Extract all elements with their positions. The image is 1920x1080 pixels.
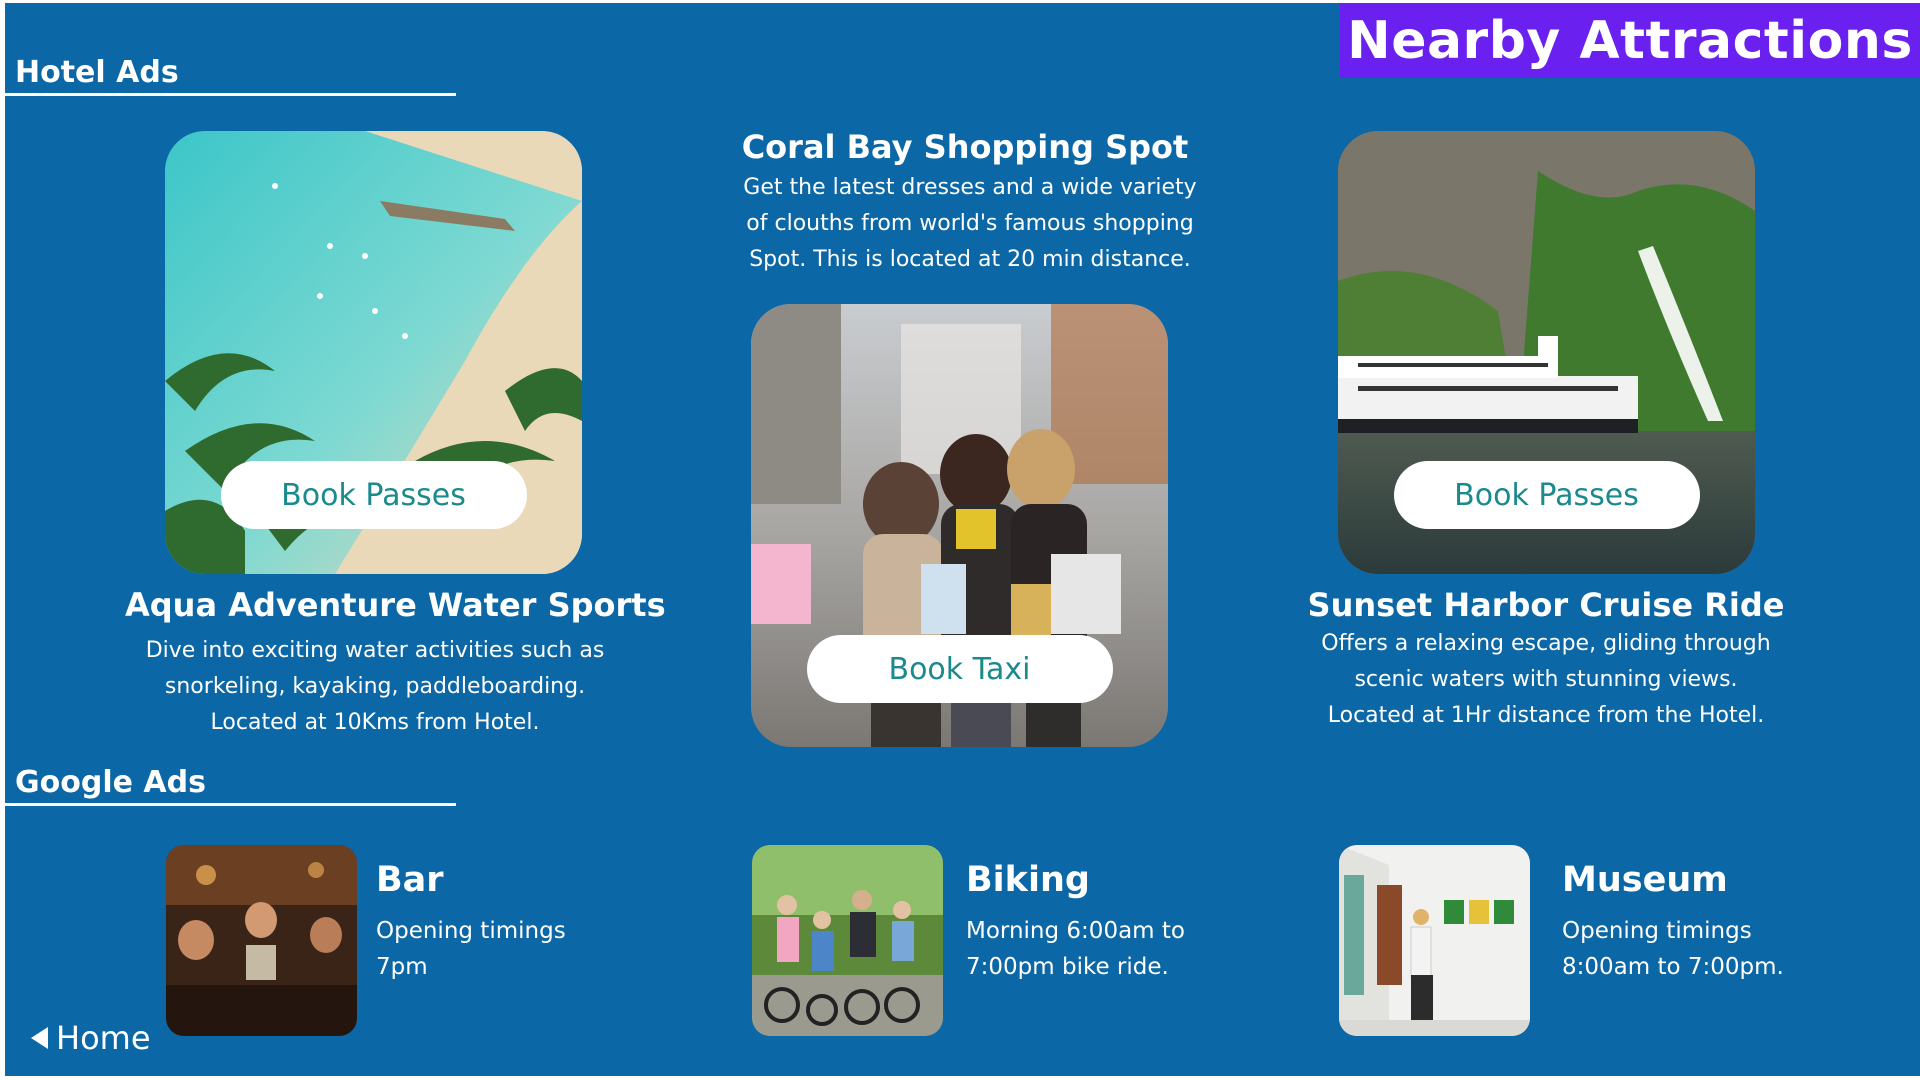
page-banner: Nearby Attractions [1340,3,1920,78]
water-sports-image: Book Passes [165,131,582,574]
attractions-screen: Nearby Attractions Hotel Ads Book Passes… [5,3,1920,1076]
card-description: Get the latest dresses and a wide variet… [743,175,1197,272]
ad-line: Opening timings [1562,918,1752,944]
section-title-hotel-ads: Hotel Ads [15,55,179,90]
card-title: Aqua Adventure Water Sports [125,586,666,624]
book-passes-button[interactable]: Book Passes [220,461,527,529]
bar-image [166,845,357,1036]
ad-title: Museum [1562,860,1728,900]
biking-image [752,845,943,1036]
museum-image [1339,845,1530,1036]
section-divider [5,803,456,806]
ad-line: Morning 6:00am to [966,918,1185,944]
home-button[interactable]: Home [31,1019,151,1057]
ad-title: Biking [966,860,1090,900]
card-title: Coral Bay Shopping Spot [741,128,1189,166]
section-title-google-ads: Google Ads [15,765,206,800]
back-arrow-icon [31,1027,48,1049]
card-description: Offers a relaxing escape, gliding throug… [1321,631,1771,728]
ad-line: 8:00am to 7:00pm. [1562,954,1784,980]
ad-line: 7pm [376,954,428,980]
ad-line: Opening timings [376,918,566,944]
ad-title: Bar [376,860,444,900]
ad-line: 7:00pm bike ride. [966,954,1169,980]
section-divider [5,93,456,96]
cruise-image: Book Passes [1338,131,1755,574]
home-label: Home [56,1019,151,1057]
page-title: Nearby Attractions [1347,10,1913,71]
card-description: Dive into exciting water activities such… [145,638,605,735]
shopping-image: Book Taxi [751,304,1168,747]
book-taxi-button[interactable]: Book Taxi [806,635,1113,703]
book-passes-button[interactable]: Book Passes [1393,461,1700,529]
card-title: Sunset Harbor Cruise Ride [1307,586,1785,624]
